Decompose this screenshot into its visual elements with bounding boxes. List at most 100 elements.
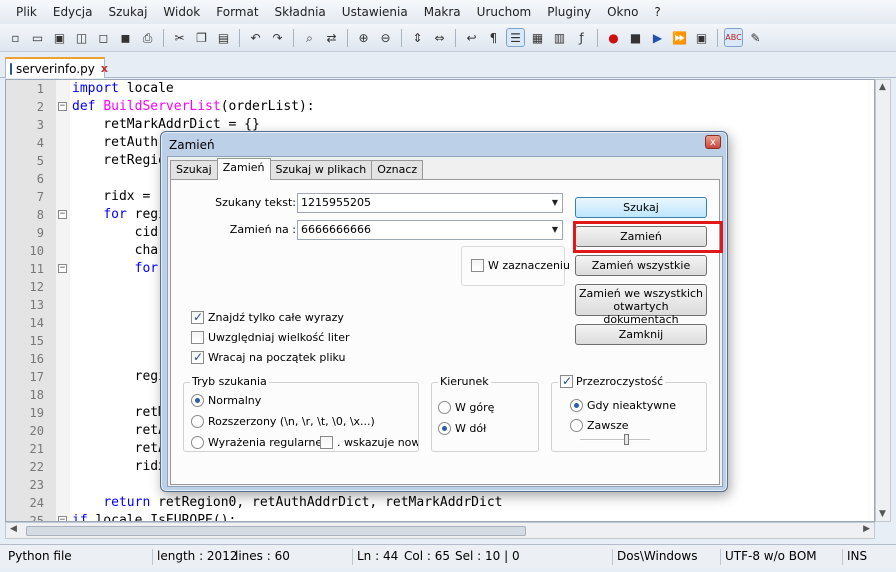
user-lang-icon[interactable]: ▦ [528,28,547,47]
close-tab-icon[interactable]: x [101,62,108,75]
status-line: Ln : 44 [352,549,398,565]
transparency-checkbox[interactable] [560,374,573,388]
line-number: 16 [29,352,44,366]
replace-with-input[interactable]: 6666666666 ▼ [297,220,563,240]
horizontal-scrollbar[interactable]: ◀ ▶ [5,522,875,539]
vertical-scrollbar[interactable]: ▲ ▼ [875,79,891,522]
menu-view[interactable]: Widok [155,5,208,19]
menu-settings[interactable]: Ustawienia [334,5,416,19]
menu-run[interactable]: Uruchom [469,5,540,19]
menu-plugins[interactable]: Pluginy [539,5,599,19]
menu-language[interactable]: Składnia [267,5,334,19]
status-encoding: UTF-8 w/o BOM [720,549,817,565]
play-macro-icon[interactable]: ▶ [648,28,667,47]
menu-file[interactable]: Plik [8,5,45,19]
code-line[interactable]: 25− if locale.IsEUROPE(): [6,512,874,521]
doc-map-icon[interactable]: ▥ [550,28,569,47]
line-number: 10 [29,244,44,258]
menu-macro[interactable]: Makra [416,5,469,19]
save-all-icon[interactable]: ◫ [72,28,91,47]
scroll-right-icon[interactable]: ▶ [863,524,870,534]
code-text: retM [72,405,166,420]
transparency-always-radio[interactable]: Zawsze [570,419,629,432]
transparency-on-lose-focus-radio[interactable]: Gdy nieaktywne [570,399,676,412]
close-button[interactable]: Zamknij [575,324,707,345]
spell-auto-icon[interactable]: ✎ [746,28,765,47]
search-mode-extended-radio[interactable]: Rozszerzony (\n, \r, \t, \0, \x...) [191,415,375,428]
line-number: 9 [36,226,44,240]
search-mode-regex-radio[interactable]: Wyrażenia regularne [191,436,322,449]
menu-help[interactable]: ? [646,5,668,19]
code-line[interactable]: 2 − def BuildServerList(orderList): [6,98,874,116]
find-what-input[interactable]: 1215955205 ▼ [297,193,563,213]
code-line[interactable]: 24 return retRegion0, retAuthAddrDict, r… [6,494,874,512]
transparency-slider-thumb[interactable] [624,434,629,445]
tab-mark[interactable]: Oznacz [371,160,424,179]
match-case-label: Uwzględniaj wielkość liter [208,331,350,344]
close-all-icon[interactable]: ◼ [116,28,135,47]
replace-icon[interactable]: ⇄ [322,28,341,47]
match-case-checkbox[interactable]: Uwzględniaj wielkość liter [191,331,350,344]
menu-window[interactable]: Okno [599,5,646,19]
radio-circle [191,415,204,428]
paste-icon[interactable]: ▤ [214,28,233,47]
indent-guide-icon[interactable]: ☰ [506,28,525,47]
copy-icon[interactable]: ❐ [192,28,211,47]
transparency-group: Przezroczystość Gdy nieaktywne Zawsze [551,374,707,452]
wrap-icon[interactable]: ↩ [462,28,481,47]
search-mode-normal-radio[interactable]: Normalny [191,394,261,407]
code-line[interactable]: 1 import locale [6,80,874,98]
direction-up-radio[interactable]: W górę [438,401,494,414]
scroll-down-icon[interactable]: ▼ [879,509,886,519]
redo-icon[interactable]: ↷ [268,28,287,47]
close-dialog-icon[interactable]: x [705,135,721,149]
find-icon[interactable]: ⌕ [300,28,319,47]
tab-replace[interactable]: Zamień [216,158,271,180]
direction-down-radio[interactable]: W dół [438,422,486,435]
stop-macro-icon[interactable]: ■ [626,28,645,47]
cut-icon[interactable]: ✂ [170,28,189,47]
scroll-left-icon[interactable]: ◀ [10,524,17,534]
radio-circle [570,419,583,432]
open-file-icon[interactable]: ▭ [28,28,47,47]
sync-h-icon[interactable]: ⇔ [430,28,449,47]
whole-word-checkbox[interactable]: Znajdź tylko całe wyrazy [191,310,344,324]
menu-edit[interactable]: Edycja [45,5,101,19]
zoom-in-icon[interactable]: ⊕ [354,28,373,47]
spell-check-icon[interactable]: ABC [724,28,743,47]
dot-matches-newline-checkbox[interactable]: . wskazuje nową l [320,436,418,449]
transparency-slider[interactable] [580,434,650,445]
replace-all-button[interactable]: Zamień wszystkie [575,255,707,276]
tab-find[interactable]: Szukaj [170,160,218,179]
replace-tab-panel: Szukany tekst: 1215955205 ▼ Zamień na : … [170,179,723,485]
document-tab[interactable]: serverinfo.py x [5,57,108,78]
fold-toggle-icon[interactable]: − [58,264,67,273]
sync-v-icon[interactable]: ⇕ [408,28,427,47]
menu-format[interactable]: Format [208,5,266,19]
function-list-icon[interactable]: ƒ [572,28,591,47]
save-icon[interactable]: ▣ [50,28,69,47]
print-icon[interactable]: ⎙ [138,28,157,47]
find-next-button[interactable]: Szukaj [575,197,707,218]
run-macro-multiple-icon[interactable]: ⏩ [670,28,689,47]
close-file-icon[interactable]: ◻ [94,28,113,47]
all-chars-icon[interactable]: ¶ [484,28,503,47]
scroll-up-icon[interactable]: ▲ [879,82,886,92]
in-selection-checkbox[interactable]: W zaznaczeniu [471,259,570,272]
chevron-down-icon[interactable]: ▼ [552,194,558,212]
code-text: cid [72,225,159,240]
transparency-title[interactable]: Przezroczystość [558,374,666,388]
horizontal-scroll-thumb[interactable] [26,526,526,536]
new-file-icon[interactable]: ▫ [6,28,25,47]
fold-toggle-icon[interactable]: − [58,210,67,219]
fold-toggle-icon[interactable]: − [58,102,67,111]
record-macro-icon[interactable]: ● [604,28,623,47]
menu-search[interactable]: Szukaj [100,5,155,19]
chevron-down-icon[interactable]: ▼ [552,221,558,239]
undo-icon[interactable]: ↶ [246,28,265,47]
tab-find-in-files[interactable]: Szukaj w plikach [269,160,373,179]
save-macro-icon[interactable]: ▣ [692,28,711,47]
replace-all-open-docs-button[interactable]: Zamień we wszystkich otwartych dokumenta… [575,284,707,326]
zoom-out-icon[interactable]: ⊖ [376,28,395,47]
wrap-around-checkbox[interactable]: Wracaj na początek pliku [191,350,346,364]
